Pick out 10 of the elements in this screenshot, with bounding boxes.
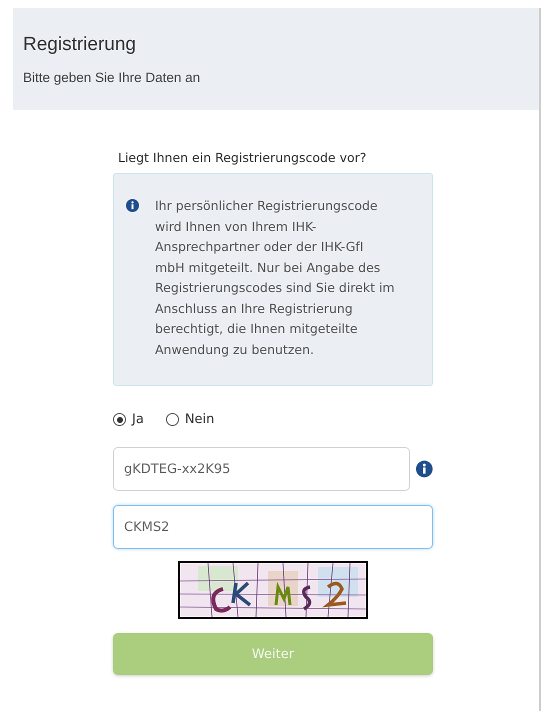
info-text: Ihr persönlicher Registrierungscode wird Ihnen von Ihrem IHK-Ansprechpartner oder der IHK-GfI mbH mitgeteilt. Nur bei Angabe des Registrierungscodes sind Sie direkt im Anschluss an Ihre Registrierung berechtigt, die Ihnen mitgeteilte Anwendung zu benutzen. <box>155 197 395 359</box>
input-field[interactable]: CKMS2 <box>113 505 433 549</box>
page-subtitle: Bitte geben Sie Ihre Daten an <box>23 70 202 85</box>
input-field[interactable]: gKDTEG-xx2K95 <box>113 447 410 491</box>
page-title: Registrierung <box>23 34 137 56</box>
info-icon <box>126 199 139 212</box>
info-icon[interactable] <box>416 460 433 478</box>
radio-option[interactable]: Nein <box>166 412 214 427</box>
question-text: Liegt Ihnen ein Registrierungscode vor? <box>118 150 368 165</box>
radio-option[interactable]: Ja <box>113 412 144 427</box>
